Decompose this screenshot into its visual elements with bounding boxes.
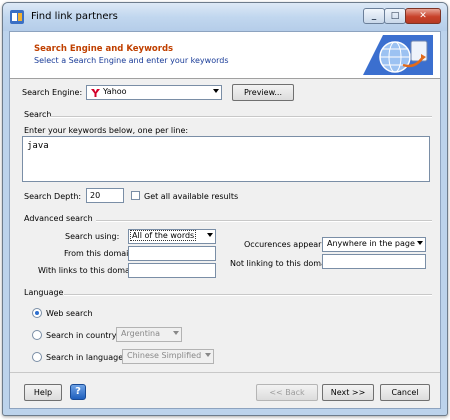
window: Find link partners _ □ ✕ Search Engine a… (2, 2, 448, 416)
header-title: Search Engine and Keywords (34, 44, 174, 54)
with-links-input[interactable] (128, 263, 216, 278)
header-subtitle: Select a Search Engine and enter your ke… (34, 56, 229, 65)
search-in-country-radio[interactable] (32, 330, 42, 340)
language-group-divider (64, 294, 432, 296)
not-linking-input[interactable] (322, 254, 426, 269)
language-value: Chinese Simplified (127, 351, 202, 360)
from-domain-input[interactable] (128, 246, 216, 261)
with-links-label: With links to this domain (38, 266, 138, 275)
next-button[interactable]: Next >> (322, 384, 374, 401)
maximize-button[interactable]: □ (384, 8, 406, 24)
language-select[interactable]: Chinese Simplified (122, 349, 214, 364)
web-search-label: Web search (46, 309, 93, 318)
app-icon (10, 10, 24, 24)
search-using-label: Search using: (65, 232, 120, 241)
keywords-value: java (27, 141, 49, 151)
language-group-title: Language (24, 288, 64, 297)
window-title: Find link partners (31, 11, 118, 22)
search-using-value: All of the words (129, 230, 197, 241)
chevron-down-icon (205, 353, 211, 357)
search-depth-label: Search Depth: (24, 192, 82, 201)
title-bar[interactable]: Find link partners _ □ ✕ (3, 3, 447, 31)
occurrences-select[interactable]: Anywhere in the page (322, 237, 426, 252)
from-domain-label: From this domain (64, 249, 134, 258)
minimize-icon: _ (371, 11, 377, 21)
maximize-icon: □ (390, 11, 400, 21)
advanced-search-title: Advanced search (24, 214, 93, 223)
search-in-language-radio[interactable] (32, 352, 42, 362)
footer-divider (10, 372, 440, 373)
search-depth-value: 20 (90, 191, 101, 200)
keywords-textarea[interactable]: java (22, 136, 430, 182)
preview-button[interactable]: Preview... (232, 84, 294, 101)
chevron-down-icon (173, 331, 179, 335)
search-in-language-label: Search in language (46, 353, 124, 362)
help-button[interactable]: Help (24, 384, 62, 401)
wizard-body: Search Engine and Keywords Select a Sear… (9, 31, 441, 409)
get-all-results-label: Get all available results (144, 192, 239, 201)
advanced-group-divider (96, 220, 432, 222)
yahoo-icon (91, 89, 100, 97)
globe-link-icon (363, 35, 433, 75)
help-icon[interactable]: ? (70, 384, 86, 400)
country-value: Argentina (121, 329, 161, 338)
search-engine-select[interactable]: Yahoo (86, 85, 222, 100)
close-button[interactable]: ✕ (405, 8, 441, 24)
keywords-label: Enter your keywords below, one per line: (24, 126, 189, 135)
back-button[interactable]: << Back (256, 384, 318, 401)
cancel-button[interactable]: Cancel (380, 384, 430, 401)
search-group-divider (50, 116, 432, 118)
search-depth-input[interactable]: 20 (86, 188, 124, 203)
close-icon: ✕ (419, 11, 427, 21)
wizard-header: Search Engine and Keywords Select a Sear… (10, 32, 440, 79)
chevron-down-icon (213, 89, 219, 93)
occurrences-value: Anywhere in the page (327, 239, 415, 248)
search-using-select[interactable]: All of the words (128, 229, 216, 244)
chevron-down-icon (207, 233, 213, 237)
occurrences-label: Occurences appear: (244, 240, 325, 249)
chevron-down-icon (417, 241, 423, 245)
web-search-radio[interactable] (32, 308, 42, 318)
search-engine-value: Yahoo (103, 87, 127, 96)
minimize-button[interactable]: _ (363, 8, 385, 24)
country-select[interactable]: Argentina (116, 327, 182, 342)
search-group-title: Search (24, 110, 52, 119)
not-linking-label: Not linking to this domain (230, 259, 334, 268)
get-all-results-checkbox[interactable] (131, 191, 140, 200)
search-engine-label: Search Engine: (22, 88, 83, 97)
search-in-country-label: Search in country (46, 331, 117, 340)
